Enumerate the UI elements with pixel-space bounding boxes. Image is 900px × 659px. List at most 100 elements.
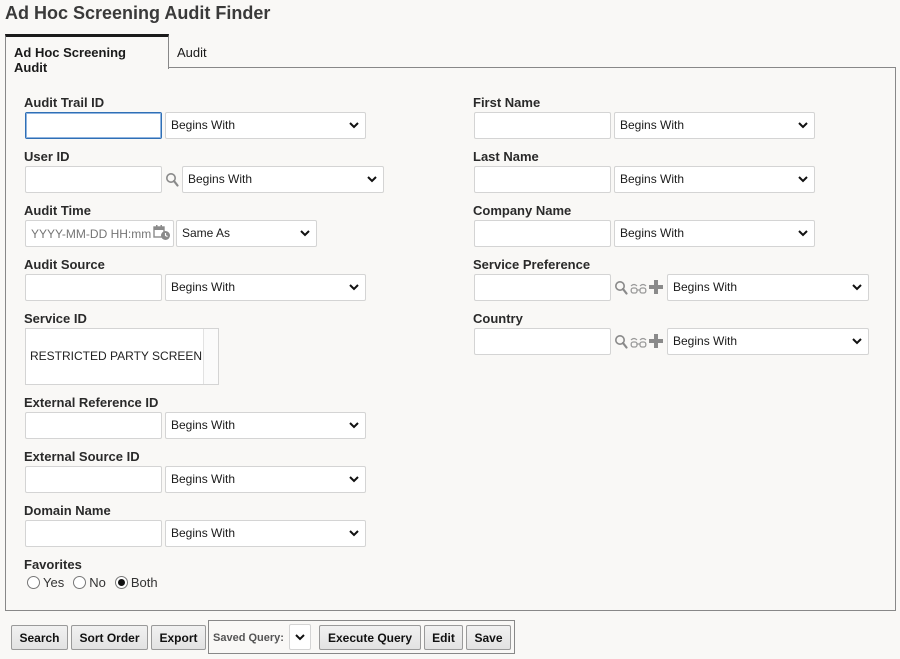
external-reference-id-operator-select[interactable]: Begins With xyxy=(165,412,366,439)
user-id-input[interactable] xyxy=(25,166,162,193)
first-name-operator-value: Begins With xyxy=(620,118,685,132)
audit-trail-id-operator-select[interactable]: Begins With xyxy=(165,112,366,139)
radio-selected-icon[interactable] xyxy=(114,576,128,589)
chevron-down-icon xyxy=(367,167,377,192)
favorites-no-label: No xyxy=(89,575,106,590)
search-button[interactable]: Search xyxy=(11,625,68,650)
company-name-input[interactable] xyxy=(474,220,611,247)
audit-source-operator-select[interactable]: Begins With xyxy=(165,274,366,301)
first-name-input[interactable] xyxy=(474,112,611,139)
page-title: Ad Hoc Screening Audit Finder xyxy=(5,3,271,23)
external-source-id-input[interactable] xyxy=(25,466,162,493)
domain-name-field: Domain Name xyxy=(24,503,111,519)
tab-audit[interactable]: Audit xyxy=(169,34,229,68)
chevron-down-icon xyxy=(295,628,305,646)
plus-icon[interactable] xyxy=(649,280,663,299)
service-preference-operator-select[interactable]: Begins With xyxy=(667,274,869,301)
service-id-option[interactable]: RESTRICTED PARTY SCREEN xyxy=(30,349,202,363)
service-preference-label: Service Preference xyxy=(473,257,591,272)
country-field: Country xyxy=(473,311,523,327)
search-icon[interactable] xyxy=(614,280,628,301)
audit-trail-id-operator-value: Begins With xyxy=(171,118,236,132)
search-icon[interactable] xyxy=(165,172,179,193)
favorites-radio-yes[interactable]: Yes xyxy=(27,575,64,590)
external-reference-id-label: External Reference ID xyxy=(24,395,159,410)
chevron-down-icon xyxy=(300,221,310,246)
first-name-operator-select[interactable]: Begins With xyxy=(614,112,815,139)
edit-button[interactable]: Edit xyxy=(424,625,463,650)
sort-order-button[interactable]: Sort Order xyxy=(71,625,148,650)
favorites-radio-both[interactable]: Both xyxy=(114,575,158,590)
last-name-field: Last Name xyxy=(473,149,539,165)
audit-time-input[interactable] xyxy=(25,220,174,247)
audit-source-field: Audit Source xyxy=(24,257,105,273)
service-id-label: Service ID xyxy=(24,311,87,326)
audit-time-field: Audit Time xyxy=(24,203,91,219)
user-id-operator-select[interactable]: Begins With xyxy=(182,166,384,193)
chevron-down-icon xyxy=(349,413,359,438)
country-label: Country xyxy=(473,311,523,326)
service-preference-field: Service Preference xyxy=(473,257,590,273)
country-operator-select[interactable]: Begins With xyxy=(667,328,869,355)
service-id-scrollbar[interactable] xyxy=(203,329,218,384)
audit-trail-id-label: Audit Trail ID xyxy=(24,95,105,110)
user-id-label: User ID xyxy=(24,149,70,164)
first-name-field: First Name xyxy=(473,95,540,111)
calendar-clock-icon[interactable] xyxy=(153,225,171,246)
chevron-down-icon xyxy=(798,113,808,138)
last-name-input[interactable] xyxy=(474,166,611,193)
save-button[interactable]: Save xyxy=(466,625,511,650)
export-button[interactable]: Export xyxy=(151,625,206,650)
service-id-field: Service ID xyxy=(24,311,87,327)
last-name-operator-value: Begins With xyxy=(620,172,685,186)
favorites-field: Favorites xyxy=(24,557,82,573)
tab-ad-hoc-screening-audit[interactable]: Ad Hoc Screening Audit xyxy=(5,34,169,75)
audit-time-operator-select[interactable]: Same As xyxy=(176,220,317,247)
last-name-operator-select[interactable]: Begins With xyxy=(614,166,815,193)
chevron-down-icon xyxy=(349,467,359,492)
user-id-operator-value: Begins With xyxy=(188,172,253,186)
chevron-down-icon xyxy=(798,221,808,246)
favorites-radio-group: Yes No Both xyxy=(27,575,167,590)
search-form-panel: Audit Trail ID Begins With User ID Begin… xyxy=(5,67,896,611)
company-name-label: Company Name xyxy=(473,203,572,218)
audit-trail-id-field: Audit Trail ID xyxy=(24,95,104,111)
external-source-id-operator-value: Begins With xyxy=(171,472,236,486)
favorites-radio-no[interactable]: No xyxy=(73,575,106,590)
search-icon[interactable] xyxy=(614,334,628,355)
chevron-down-icon xyxy=(852,275,862,300)
domain-name-operator-select[interactable]: Begins With xyxy=(165,520,366,547)
service-preference-operator-value: Begins With xyxy=(673,280,738,294)
saved-query-select[interactable] xyxy=(289,624,311,650)
external-reference-id-input[interactable] xyxy=(25,412,162,439)
glasses-icon[interactable] xyxy=(630,336,647,354)
service-id-listbox[interactable]: RESTRICTED PARTY SCREEN xyxy=(25,328,219,385)
radio-circle-icon[interactable] xyxy=(73,576,87,589)
audit-time-label: Audit Time xyxy=(24,203,91,218)
external-source-id-operator-select[interactable]: Begins With xyxy=(165,466,366,493)
country-operator-value: Begins With xyxy=(673,334,738,348)
service-preference-input[interactable] xyxy=(474,274,611,301)
saved-query-label: Saved Query: xyxy=(213,632,284,644)
glasses-icon[interactable] xyxy=(630,282,647,300)
audit-source-input[interactable] xyxy=(25,274,162,301)
audit-trail-id-input[interactable] xyxy=(25,112,162,139)
user-id-field: User ID xyxy=(24,149,70,165)
plus-icon[interactable] xyxy=(649,334,663,353)
radio-circle-icon[interactable] xyxy=(27,576,40,589)
domain-name-input[interactable] xyxy=(25,520,162,547)
favorites-yes-label: Yes xyxy=(43,575,65,590)
audit-source-label: Audit Source xyxy=(24,257,105,272)
country-input[interactable] xyxy=(474,328,611,355)
domain-name-operator-value: Begins With xyxy=(171,526,236,540)
last-name-label: Last Name xyxy=(473,149,539,164)
company-name-operator-value: Begins With xyxy=(620,226,685,240)
external-source-id-label: External Source ID xyxy=(24,449,140,464)
audit-time-operator-value: Same As xyxy=(182,226,231,240)
external-reference-id-operator-value: Begins With xyxy=(171,418,236,432)
execute-query-button[interactable]: Execute Query xyxy=(319,625,421,650)
chevron-down-icon xyxy=(349,275,359,300)
favorites-both-label: Both xyxy=(130,575,158,590)
company-name-operator-select[interactable]: Begins With xyxy=(614,220,815,247)
external-reference-id-field: External Reference ID xyxy=(24,395,158,411)
